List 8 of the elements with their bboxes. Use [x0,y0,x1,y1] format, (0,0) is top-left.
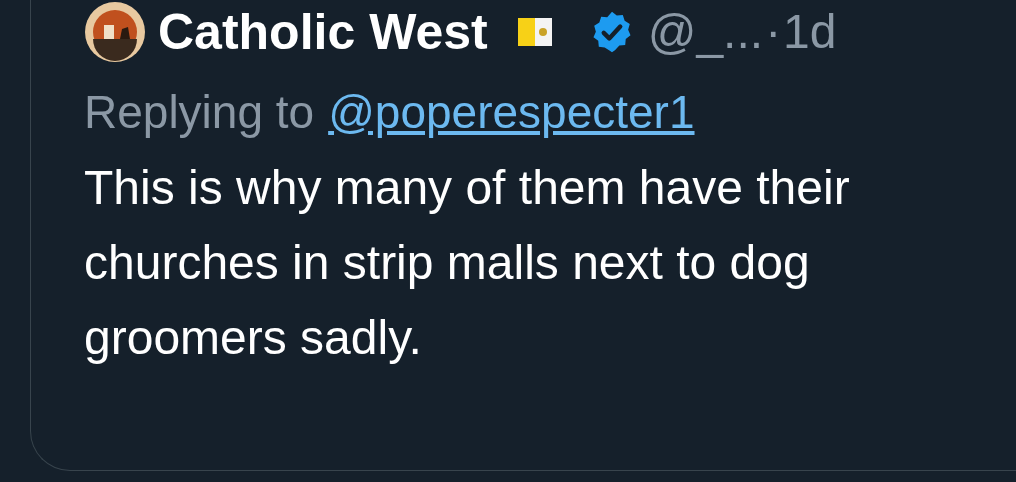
flag-icon [517,16,552,48]
tweet-text: This is why many of them have their churches in strip malls next to dog groomers sadly. [84,160,851,366]
author-name[interactable]: Catholic West [158,7,488,57]
timestamp[interactable]: 1d [783,8,837,56]
reply-label: Replying to [84,84,315,140]
author-handle[interactable]: @_... [647,8,764,56]
mention-link[interactable]: @poperespecter1 [328,77,695,147]
separator-dot: · [765,8,782,56]
